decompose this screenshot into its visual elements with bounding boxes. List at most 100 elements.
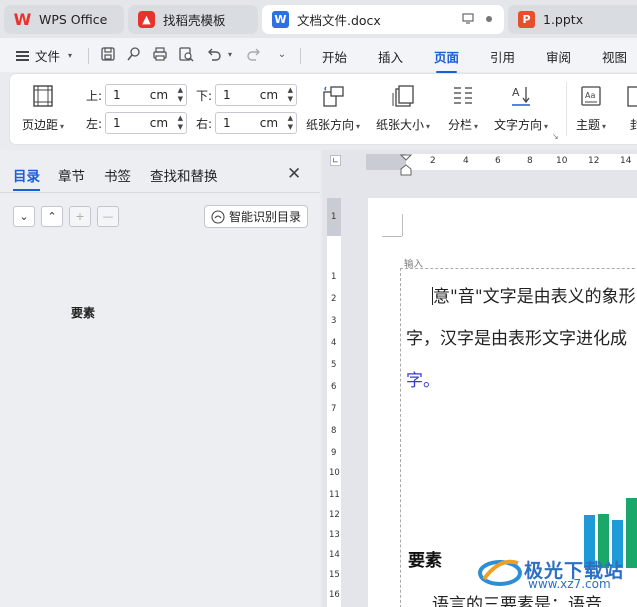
spinner-arrows-icon[interactable]: ▲ ▼ xyxy=(288,86,293,104)
chevron-up-icon: ⌃ xyxy=(47,210,57,223)
horizontal-ruler[interactable]: 2 4 6 8 10 12 14 xyxy=(366,154,637,176)
nav-tab-sections[interactable]: 章节 xyxy=(58,165,85,185)
toc-item[interactable]: 要素 xyxy=(71,304,95,321)
monitor-icon[interactable] xyxy=(462,13,474,24)
right-margin-input[interactable]: 1 cm ▲ ▼ xyxy=(215,112,298,134)
cover-page-icon xyxy=(627,86,637,107)
tab-pptx[interactable]: P 1.pptx xyxy=(508,5,637,34)
smart-toc-button[interactable]: 智能识别目录 xyxy=(204,205,308,228)
close-icon[interactable]: ✕ xyxy=(287,164,301,184)
redo-icon[interactable] xyxy=(246,46,262,62)
title-tab-bar: W WPS Office ▲ 找稻壳模板 W 文档文件.docx P 1.ppt… xyxy=(0,0,637,38)
link-icon[interactable] xyxy=(126,46,142,62)
indent-marker-icon[interactable] xyxy=(400,154,412,176)
ruler-number: 12 xyxy=(329,510,340,520)
right-margin-label: 右: xyxy=(196,116,213,131)
add-level-button[interactable]: + xyxy=(69,206,91,227)
undo-dropdown-icon[interactable]: ▾ xyxy=(222,46,238,62)
bottom-margin-row: 下: 1 cm ▲ ▼ xyxy=(196,84,298,106)
tab-wps-office[interactable]: W WPS Office xyxy=(4,5,124,34)
chevron-down-icon: ▾ xyxy=(356,122,361,131)
chevron-down-icon: ▾ xyxy=(602,122,607,131)
menu-tab-review[interactable]: 审阅 xyxy=(546,47,571,66)
ruler-number: 9 xyxy=(331,448,337,458)
bottom-margin-unit: cm xyxy=(259,88,279,102)
document-area: ∟ 2 4 6 8 10 12 14 1 1 2 3 4 5 6 7 8 9 1… xyxy=(322,150,637,607)
theme-icon: Aa xyxy=(581,86,601,106)
top-margin-value: 1 xyxy=(113,88,121,102)
body-text-line[interactable]: 意"音"文字是由表义的象形 xyxy=(432,282,636,307)
bottom-margin-input[interactable]: 1 cm ▲ ▼ xyxy=(215,84,298,106)
vertical-ruler[interactable]: 1 1 2 3 4 5 6 7 8 9 10 11 12 13 14 15 16 xyxy=(327,198,341,607)
spinner-arrows-icon[interactable]: ▲ ▼ xyxy=(178,86,183,104)
smart-recognize-icon xyxy=(211,209,225,224)
dialog-launcher-icon[interactable]: ↘ xyxy=(552,132,559,141)
theme-label: 主题 xyxy=(576,118,601,132)
body-text-line-1: 意"音"文字是由表义的象形 xyxy=(433,287,636,307)
orientation-button[interactable]: 纸张方向 ▾ xyxy=(306,84,360,133)
tab-daoke-label: 找稻壳模板 xyxy=(163,13,226,28)
save-icon[interactable] xyxy=(100,46,116,62)
ruler-number: 5 xyxy=(331,360,337,370)
cover-button[interactable]: 封 xyxy=(624,84,637,133)
body-text-line-2[interactable]: 字，汉字是由表形文字进化成 xyxy=(406,324,627,349)
print-preview-icon[interactable] xyxy=(178,46,194,62)
tab-document[interactable]: W 文档文件.docx xyxy=(262,5,504,34)
nav-tab-bookmarks[interactable]: 书签 xyxy=(104,165,131,185)
spinner-arrows-icon[interactable]: ▲ ▼ xyxy=(288,114,293,132)
menu-tab-insert[interactable]: 插入 xyxy=(378,47,403,66)
paper-size-icon xyxy=(392,85,414,107)
undo-icon[interactable] xyxy=(206,46,222,62)
menu-bar: 文件 ▾ ▾ ⌄ 开始 插入 页面 引用 审阅 视图 xyxy=(0,38,637,73)
nav-tab-toc[interactable]: 目录 xyxy=(13,165,40,191)
text-direction-button[interactable]: A 文字方向 ▾ xyxy=(494,84,548,133)
chevron-down-icon: ▾ xyxy=(544,122,549,131)
divider xyxy=(88,48,89,64)
plus-icon: + xyxy=(75,210,85,223)
columns-button[interactable]: 分栏 ▾ xyxy=(448,84,478,133)
file-menu-button[interactable]: 文件 ▾ xyxy=(16,46,72,65)
menu-tab-view[interactable]: 视图 xyxy=(602,47,627,66)
more-chevron-icon[interactable]: ⌄ xyxy=(274,46,290,62)
menu-tab-page[interactable]: 页面 xyxy=(434,47,459,73)
ruler-number: 6 xyxy=(331,382,337,392)
print-icon[interactable] xyxy=(152,46,168,62)
ruler-number: 14 xyxy=(329,550,340,560)
left-margin-input[interactable]: 1 cm ▲ ▼ xyxy=(105,112,188,134)
collapse-down-button[interactable]: ⌄ xyxy=(13,206,35,227)
ruler-number: 10 xyxy=(556,156,568,166)
unsaved-dot-icon[interactable] xyxy=(486,15,492,22)
menu-tab-references[interactable]: 引用 xyxy=(490,47,515,66)
columns-label: 分栏 xyxy=(448,118,473,132)
navigation-pane: 目录 章节 书签 查找和替换 ✕ ⌄ ⌃ + — 智能识别目录 要素 xyxy=(0,150,320,607)
top-margin-input[interactable]: 1 cm ▲ ▼ xyxy=(105,84,188,106)
tab-stop-selector[interactable]: ∟ xyxy=(330,155,341,166)
document-heading[interactable]: 要素 xyxy=(408,546,442,571)
top-margin-label: 上: xyxy=(86,88,103,103)
remove-level-button[interactable]: — xyxy=(97,206,119,227)
bottom-margin-value: 1 xyxy=(223,88,231,102)
ruler-number: 12 xyxy=(588,156,600,166)
body-text-line-4[interactable]: 语言的三要素是：语音 xyxy=(432,590,602,607)
body-text-line-3[interactable]: 字。 xyxy=(406,366,440,391)
spinner-arrows-icon[interactable]: ▲ ▼ xyxy=(178,114,183,132)
nav-tab-find-replace[interactable]: 查找和替换 xyxy=(150,165,218,185)
svg-text:Aa: Aa xyxy=(585,91,595,100)
top-margin-row: 上: 1 cm ▲ ▼ xyxy=(86,84,188,106)
chevron-down-icon: ▾ xyxy=(68,51,73,60)
ruler-number: 11 xyxy=(329,490,340,500)
file-menu-label: 文件 xyxy=(35,49,61,64)
margins-button[interactable]: 页边距 ▾ xyxy=(22,84,64,133)
crop-mark xyxy=(402,214,403,236)
paper-size-button[interactable]: 纸张大小 ▾ xyxy=(376,84,430,133)
divider xyxy=(300,48,301,64)
ruler-number: 8 xyxy=(527,156,533,166)
expand-up-button[interactable]: ⌃ xyxy=(41,206,63,227)
ruler-number: 3 xyxy=(331,316,337,326)
menu-tab-home[interactable]: 开始 xyxy=(322,47,347,66)
left-margin-value: 1 xyxy=(113,116,121,130)
tab-daoke-templates[interactable]: ▲ 找稻壳模板 xyxy=(128,5,258,34)
cover-label: 封 xyxy=(629,118,637,132)
theme-button[interactable]: Aa 主题 ▾ xyxy=(576,84,606,133)
margins-icon xyxy=(33,85,53,107)
